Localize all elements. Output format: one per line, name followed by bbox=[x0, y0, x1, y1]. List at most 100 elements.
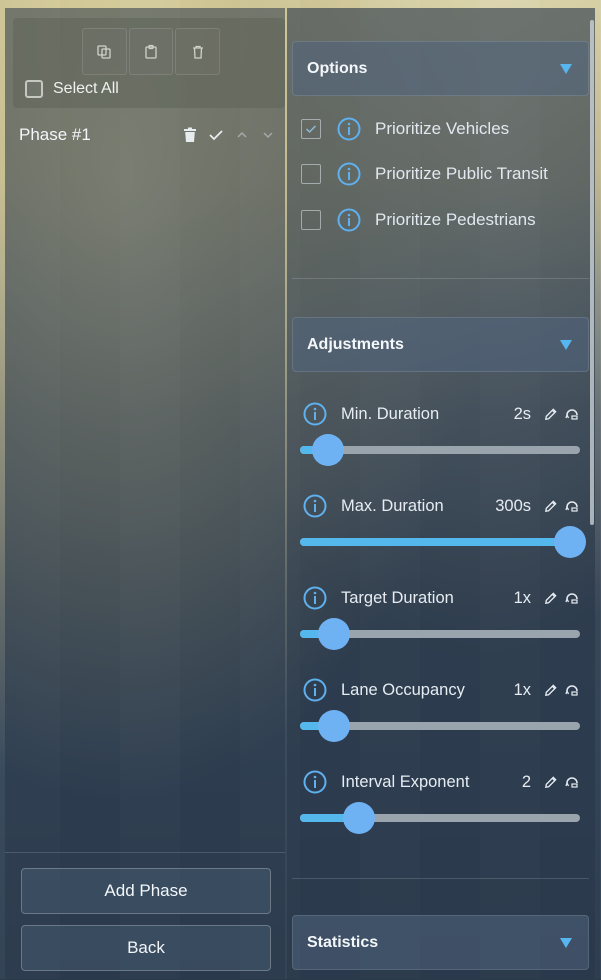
reset-icon bbox=[565, 501, 578, 512]
copy-button[interactable] bbox=[82, 28, 127, 75]
options-section-title: Options bbox=[307, 59, 368, 77]
trash-icon bbox=[192, 45, 203, 59]
adjustment-label: Min. Duration bbox=[341, 404, 440, 423]
info-icon[interactable] bbox=[303, 402, 327, 426]
slider-target-duration[interactable] bbox=[300, 618, 580, 650]
adjustments-section-title: Adjustments bbox=[307, 335, 404, 353]
info-icon[interactable] bbox=[303, 770, 327, 794]
adjustment-max-duration: Max. Duration 300s bbox=[303, 492, 581, 520]
pencil-icon bbox=[544, 407, 557, 420]
back-button[interactable]: Back bbox=[21, 925, 271, 971]
chevron-down-icon bbox=[263, 132, 273, 139]
adjustment-lane-occupancy: Lane Occupancy 1x bbox=[303, 676, 581, 704]
slider-thumb[interactable] bbox=[343, 802, 375, 834]
paste-icon bbox=[145, 44, 157, 59]
adjustment-interval-exponent: Interval Exponent 2 bbox=[303, 768, 581, 796]
phase-toolbar: Select All bbox=[13, 18, 285, 108]
reset-value-button[interactable] bbox=[563, 681, 581, 699]
section-divider bbox=[292, 878, 589, 879]
option-checkbox-pedestrians[interactable] bbox=[301, 210, 321, 230]
adjustment-label: Target Duration bbox=[341, 588, 454, 607]
edit-value-button[interactable] bbox=[541, 773, 559, 791]
adjustment-label: Interval Exponent bbox=[341, 772, 470, 791]
select-all-control[interactable]: Select All bbox=[25, 80, 119, 98]
options-section-header[interactable]: Options bbox=[292, 41, 589, 96]
slider-thumb[interactable] bbox=[312, 434, 344, 466]
statistics-section-title: Statistics bbox=[307, 933, 379, 951]
reset-value-button[interactable] bbox=[563, 405, 581, 423]
triangle-down-icon bbox=[560, 63, 572, 74]
check-icon bbox=[305, 125, 317, 134]
option-prioritize-public-transit[interactable]: Prioritize Public Transit bbox=[301, 160, 548, 188]
phase-title: Phase #1 bbox=[19, 125, 91, 144]
option-checkbox-public-transit[interactable] bbox=[301, 164, 321, 184]
option-prioritize-pedestrians[interactable]: Prioritize Pedestrians bbox=[301, 206, 536, 234]
reset-value-button[interactable] bbox=[563, 589, 581, 607]
section-divider bbox=[292, 278, 589, 279]
statistics-section-header[interactable]: Statistics bbox=[292, 915, 589, 970]
slider-min-duration[interactable] bbox=[300, 434, 580, 466]
triangle-down-icon bbox=[560, 339, 572, 350]
option-prioritize-vehicles[interactable]: Prioritize Vehicles bbox=[301, 115, 509, 143]
slider-thumb[interactable] bbox=[554, 526, 586, 558]
copy-icon bbox=[97, 44, 111, 59]
pencil-icon bbox=[544, 775, 557, 788]
reset-icon bbox=[565, 593, 578, 604]
adjustment-label: Lane Occupancy bbox=[341, 680, 465, 699]
reset-icon bbox=[565, 685, 578, 696]
triangle-down-icon bbox=[560, 937, 572, 948]
adjustment-value: 1x bbox=[513, 588, 531, 607]
reset-value-button[interactable] bbox=[563, 497, 581, 515]
chevron-up-icon bbox=[237, 131, 247, 138]
panel-scrollbar[interactable] bbox=[590, 20, 594, 525]
adjustment-min-duration: Min. Duration 2s bbox=[303, 400, 581, 428]
phase-actions: Add Phase Back bbox=[5, 852, 285, 980]
slider-max-duration[interactable] bbox=[300, 526, 586, 558]
info-icon[interactable] bbox=[303, 586, 327, 610]
pencil-icon bbox=[544, 499, 557, 512]
option-checkbox-vehicles[interactable] bbox=[301, 119, 321, 139]
slider-lane-occupancy[interactable] bbox=[300, 710, 580, 742]
option-label: Prioritize Public Transit bbox=[375, 164, 548, 183]
phase-tool-group bbox=[82, 28, 222, 75]
reset-icon bbox=[565, 409, 578, 420]
settings-panel: Options Prioritize Vehicles Prioritize P… bbox=[287, 8, 595, 979]
adjustments-section-header[interactable]: Adjustments bbox=[292, 317, 589, 372]
slider-fill bbox=[300, 538, 580, 546]
adjustment-target-duration: Target Duration 1x bbox=[303, 584, 581, 612]
adjustment-value: 2s bbox=[513, 404, 531, 423]
move-phase-down-button[interactable] bbox=[255, 123, 281, 147]
slider-thumb[interactable] bbox=[318, 618, 350, 650]
slider-interval-exponent[interactable] bbox=[300, 802, 580, 834]
info-icon[interactable] bbox=[303, 678, 327, 702]
delete-selected-button[interactable] bbox=[175, 28, 221, 75]
move-phase-up-button[interactable] bbox=[229, 123, 255, 147]
delete-phase-button[interactable] bbox=[177, 123, 203, 147]
edit-value-button[interactable] bbox=[541, 681, 559, 699]
reset-value-button[interactable] bbox=[563, 773, 581, 791]
info-icon[interactable] bbox=[337, 117, 361, 141]
pencil-icon bbox=[544, 683, 557, 696]
edit-value-button[interactable] bbox=[541, 589, 559, 607]
phase-item[interactable]: Phase #1 bbox=[19, 122, 281, 148]
select-all-checkbox[interactable] bbox=[25, 80, 43, 98]
trash-icon bbox=[184, 127, 196, 142]
adjustment-value: 1x bbox=[513, 680, 531, 699]
phase-list-panel: Select All Phase #1 bbox=[5, 8, 285, 979]
option-label: Prioritize Vehicles bbox=[375, 119, 510, 138]
adjustment-label: Max. Duration bbox=[341, 496, 444, 515]
confirm-phase-button[interactable] bbox=[203, 123, 229, 147]
edit-value-button[interactable] bbox=[541, 405, 559, 423]
info-icon[interactable] bbox=[303, 494, 327, 518]
info-icon[interactable] bbox=[337, 162, 361, 186]
pencil-icon bbox=[544, 591, 557, 604]
select-all-label: Select All bbox=[53, 80, 119, 97]
info-icon[interactable] bbox=[337, 208, 361, 232]
edit-value-button[interactable] bbox=[541, 497, 559, 515]
paste-button[interactable] bbox=[128, 28, 174, 75]
add-phase-button[interactable]: Add Phase bbox=[21, 868, 271, 914]
adjustment-value: 300s bbox=[495, 496, 531, 515]
option-label: Prioritize Pedestrians bbox=[375, 210, 536, 229]
check-icon bbox=[209, 130, 223, 141]
slider-thumb[interactable] bbox=[318, 710, 350, 742]
